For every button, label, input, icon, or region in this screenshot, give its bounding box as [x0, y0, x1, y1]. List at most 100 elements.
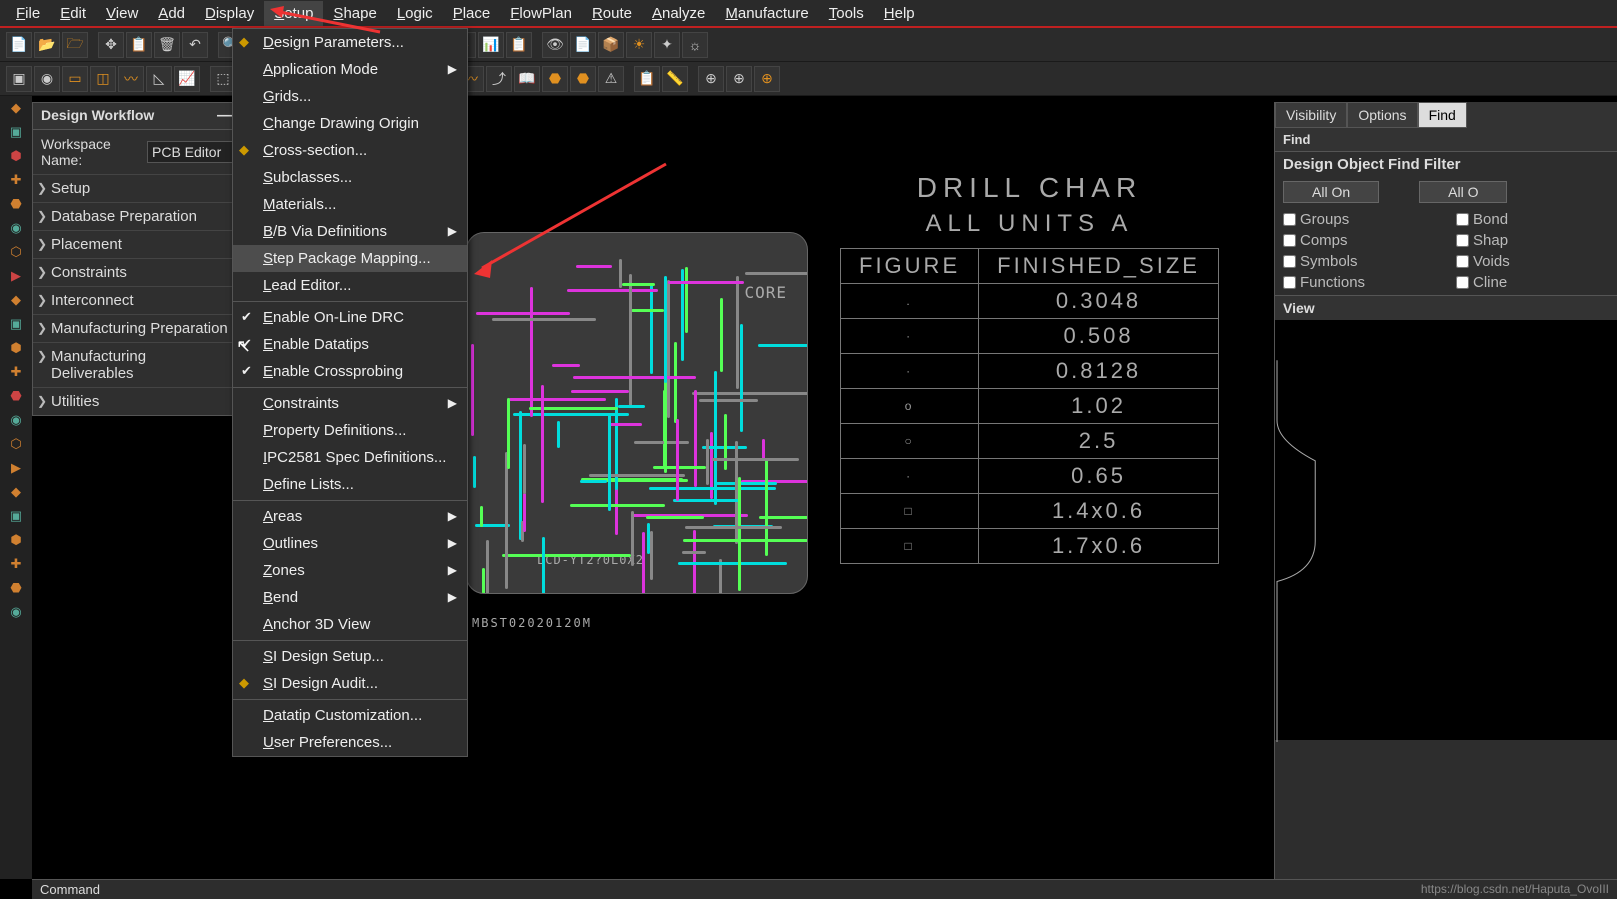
filter-check-functions[interactable]: Functions: [1283, 274, 1436, 291]
checkbox[interactable]: [1456, 213, 1469, 226]
menu-item-design-parameters[interactable]: ◆Design Parameters...: [233, 29, 467, 56]
left-tool-icon[interactable]: ◉: [4, 412, 28, 430]
toolbar-button[interactable]: ⬣: [542, 66, 568, 92]
toolbar-button[interactable]: 📦: [598, 32, 624, 58]
menu-manufacture[interactable]: Manufacture: [715, 1, 818, 26]
menu-item-materials[interactable]: Materials...: [233, 191, 467, 218]
menu-shape[interactable]: Shape: [323, 1, 386, 26]
menu-item-property-definitions[interactable]: Property Definitions...: [233, 417, 467, 444]
toolbar-button[interactable]: 📏: [662, 66, 688, 92]
menu-item-bend[interactable]: Bend▶: [233, 584, 467, 611]
left-tool-icon[interactable]: ⬢: [4, 340, 28, 358]
toolbar-button[interactable]: ▣: [6, 66, 32, 92]
menu-item-application-mode[interactable]: Application Mode▶: [233, 56, 467, 83]
menu-tools[interactable]: Tools: [819, 1, 874, 26]
checkbox[interactable]: [1283, 255, 1296, 268]
toolbar-button[interactable]: 📄: [570, 32, 596, 58]
workflow-item-constraints[interactable]: ❯Constraints: [33, 258, 241, 286]
toolbar-button[interactable]: ⤴: [486, 66, 512, 92]
toolbar-button[interactable]: 🗁: [62, 32, 88, 58]
menu-item-enable-crossprobing[interactable]: ✔Enable Crossprobing: [233, 358, 467, 385]
filter-check-bond[interactable]: Bond: [1456, 211, 1609, 228]
minimize-icon[interactable]: —: [217, 107, 233, 125]
menu-item-enable-on-line-drc[interactable]: ✔Enable On-Line DRC: [233, 304, 467, 331]
menu-item-define-lists[interactable]: Define Lists...: [233, 471, 467, 498]
menu-help[interactable]: Help: [874, 1, 925, 26]
left-tool-icon[interactable]: ▶: [4, 268, 28, 286]
filter-check-shap[interactable]: Shap: [1456, 232, 1609, 249]
toolbar-button[interactable]: ⬣: [570, 66, 596, 92]
menu-display[interactable]: Display: [195, 1, 264, 26]
checkbox[interactable]: [1283, 213, 1296, 226]
toolbar-button[interactable]: ▭: [62, 66, 88, 92]
menu-item-datatip-customization[interactable]: Datatip Customization...: [233, 702, 467, 729]
filter-check-groups[interactable]: Groups: [1283, 211, 1436, 228]
left-tool-icon[interactable]: ✚: [4, 172, 28, 190]
filter-check-symbols[interactable]: Symbols: [1283, 253, 1436, 270]
menu-item-grids[interactable]: Grids...: [233, 83, 467, 110]
menu-file[interactable]: File: [6, 1, 50, 26]
menu-place[interactable]: Place: [443, 1, 501, 26]
workflow-item-interconnect[interactable]: ❯Interconnect: [33, 286, 241, 314]
workflow-item-manufacturing-preparation[interactable]: ❯Manufacturing Preparation: [33, 314, 241, 342]
tab-find[interactable]: Find: [1418, 102, 1467, 128]
toolbar-button[interactable]: 📈: [174, 66, 200, 92]
checkbox[interactable]: [1456, 234, 1469, 247]
menu-item-ipc-spec-definitions[interactable]: IPC2581 Spec Definitions...: [233, 444, 467, 471]
menu-item-enable-datatips[interactable]: ✔Enable Datatips: [233, 331, 467, 358]
menu-item-zones[interactable]: Zones▶: [233, 557, 467, 584]
toolbar-button[interactable]: ↶: [182, 32, 208, 58]
left-tool-icon[interactable]: ▣: [4, 124, 28, 142]
checkbox[interactable]: [1283, 276, 1296, 289]
menu-item-cross-section[interactable]: ◆Cross-section...: [233, 137, 467, 164]
view-minimap[interactable]: [1275, 320, 1617, 740]
left-tool-icon[interactable]: ◆: [4, 100, 28, 118]
toolbar-button[interactable]: ☼: [682, 32, 708, 58]
left-tool-icon[interactable]: ⬢: [4, 532, 28, 550]
all-on-button[interactable]: All On: [1283, 181, 1379, 203]
toolbar-button[interactable]: ⊕: [726, 66, 752, 92]
checkbox[interactable]: [1456, 276, 1469, 289]
toolbar-button[interactable]: 📂: [34, 32, 60, 58]
workflow-item-utilities[interactable]: ❯Utilities: [33, 387, 241, 415]
left-tool-icon[interactable]: ⬡: [4, 244, 28, 262]
menu-item-outlines[interactable]: Outlines▶: [233, 530, 467, 557]
toolbar-button[interactable]: ☀: [626, 32, 652, 58]
left-tool-icon[interactable]: ✚: [4, 364, 28, 382]
menu-item-b-b-via-definitions[interactable]: B/B Via Definitions▶: [233, 218, 467, 245]
toolbar-button[interactable]: 📋: [634, 66, 660, 92]
toolbar-button[interactable]: 👁: [542, 32, 568, 58]
left-tool-icon[interactable]: ⬡: [4, 436, 28, 454]
menu-flowplan[interactable]: FlowPlan: [500, 1, 582, 26]
menu-item-step-package-mapping[interactable]: Step Package Mapping...: [233, 245, 467, 272]
toolbar-button[interactable]: 📄: [6, 32, 32, 58]
left-tool-icon[interactable]: ⬢: [4, 148, 28, 166]
toolbar-button[interactable]: 📖: [514, 66, 540, 92]
tab-options[interactable]: Options: [1347, 102, 1417, 128]
workflow-item-manufacturing-deliverables[interactable]: ❯Manufacturing Deliverables: [33, 342, 241, 387]
tab-visibility[interactable]: Visibility: [1275, 102, 1347, 128]
toolbar-button[interactable]: ⊕: [754, 66, 780, 92]
all-off-button[interactable]: All O: [1419, 181, 1507, 203]
menu-item-si-design-audit[interactable]: ◆SI Design Audit...: [233, 670, 467, 697]
menu-item-change-drawing-origin[interactable]: Change Drawing Origin: [233, 110, 467, 137]
toolbar-button[interactable]: ◺: [146, 66, 172, 92]
menu-item-lead-editor[interactable]: Lead Editor...: [233, 272, 467, 299]
menu-edit[interactable]: Edit: [50, 1, 96, 26]
workspace-name-input[interactable]: [147, 141, 233, 163]
menu-logic[interactable]: Logic: [387, 1, 443, 26]
menu-item-subclasses[interactable]: Subclasses...: [233, 164, 467, 191]
menu-item-user-preferences[interactable]: User Preferences...: [233, 729, 467, 756]
filter-check-cline[interactable]: Cline: [1456, 274, 1609, 291]
toolbar-button[interactable]: ⊕: [698, 66, 724, 92]
checkbox[interactable]: [1283, 234, 1296, 247]
left-tool-icon[interactable]: ✚: [4, 556, 28, 574]
menu-item-anchor-d-view[interactable]: Anchor 3D View: [233, 611, 467, 638]
toolbar-button[interactable]: ✥: [98, 32, 124, 58]
toolbar-button[interactable]: ◉: [34, 66, 60, 92]
toolbar-button[interactable]: 📊: [478, 32, 504, 58]
toolbar-button[interactable]: ◫: [90, 66, 116, 92]
workflow-item-placement[interactable]: ❯Placement: [33, 230, 241, 258]
left-tool-icon[interactable]: ◆: [4, 292, 28, 310]
left-tool-icon[interactable]: ⬣: [4, 580, 28, 598]
